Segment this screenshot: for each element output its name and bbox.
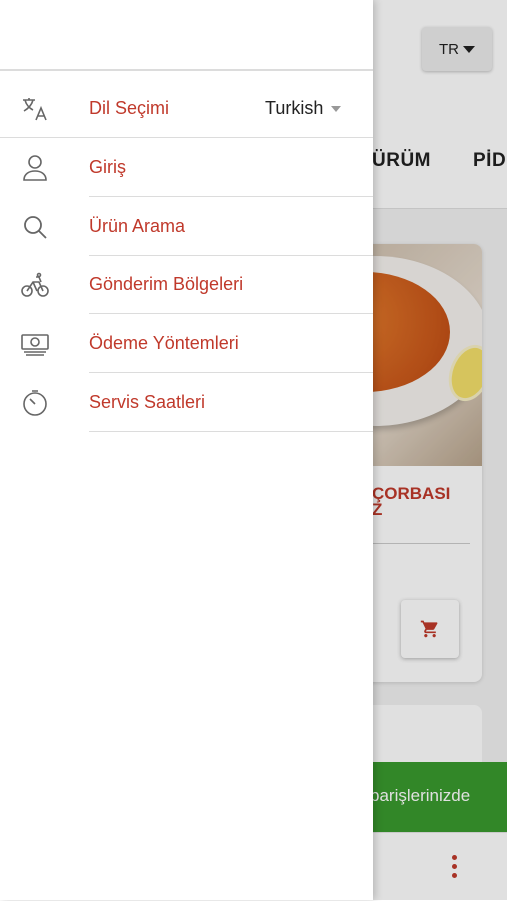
menu-item-service-hours[interactable]: Servis Saatleri: [0, 374, 373, 432]
menu-item-login[interactable]: Giriş: [0, 139, 373, 197]
divider: [89, 431, 373, 432]
divider: [89, 313, 373, 314]
menu-item-label: Dil Seçimi: [89, 98, 170, 118]
menu-item-language[interactable]: Dil Seçimi Turkish: [0, 80, 373, 138]
menu-item-label: Ürün Arama: [89, 216, 186, 236]
menu-item-search[interactable]: Ürün Arama: [0, 198, 373, 256]
menu-item-label: Servis Saatleri: [89, 392, 206, 412]
bicycle-icon: [20, 271, 50, 299]
translate-icon: [20, 95, 50, 123]
person-icon: [20, 154, 50, 182]
divider: [89, 196, 373, 197]
language-select-value: Turkish: [265, 98, 324, 118]
menu-item-label: Ödeme Yöntemleri: [89, 333, 239, 353]
menu-item-payment-methods[interactable]: Ödeme Yöntemleri: [0, 315, 373, 373]
search-icon: [20, 213, 50, 241]
drawer-header: [0, 0, 373, 71]
divider: [89, 372, 373, 373]
menu-item-label: Giriş: [89, 157, 126, 177]
language-select[interactable]: Turkish: [265, 98, 342, 119]
divider: [0, 137, 373, 138]
dropdown-arrow-icon: [331, 105, 342, 112]
timer-icon: [20, 389, 50, 417]
navigation-drawer: Dil Seçimi Turkish Giriş Ürün Arama Gönd…: [0, 0, 373, 900]
menu-item-label: Gönderim Bölgeleri: [89, 274, 244, 294]
money-icon: [20, 330, 50, 358]
menu-item-delivery-areas[interactable]: Gönderim Bölgeleri: [0, 256, 373, 314]
